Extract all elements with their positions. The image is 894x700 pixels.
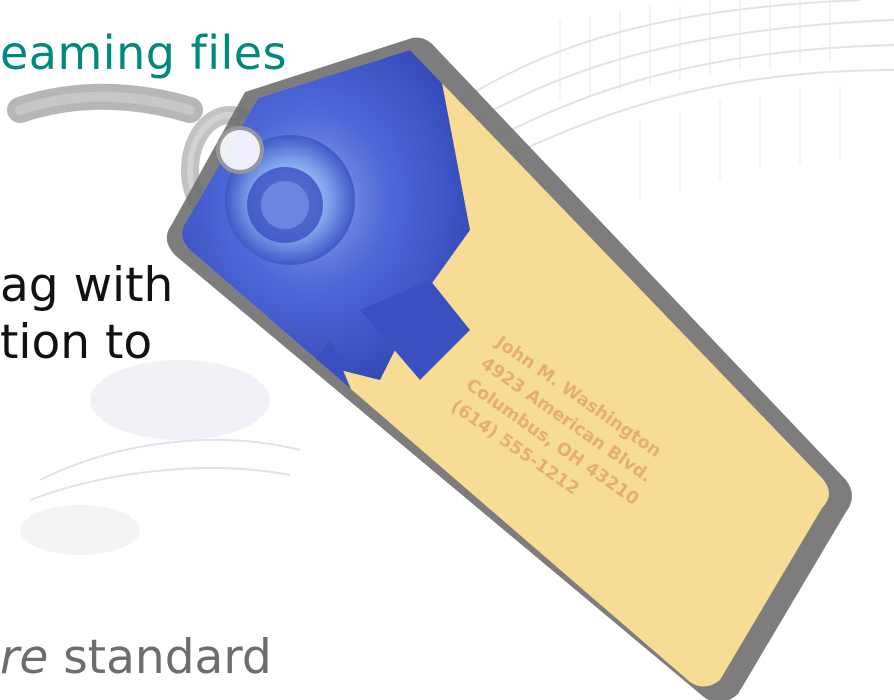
body-text-line: tion to [0,315,153,370]
slide: eaming files John M. Washington 4923 Ame… [0,0,894,700]
body-text-line: ag with [0,258,174,313]
footer-italic-text: re [0,630,49,685]
footer-text: re standard [0,630,272,685]
footer-regular-text: standard [48,630,272,685]
